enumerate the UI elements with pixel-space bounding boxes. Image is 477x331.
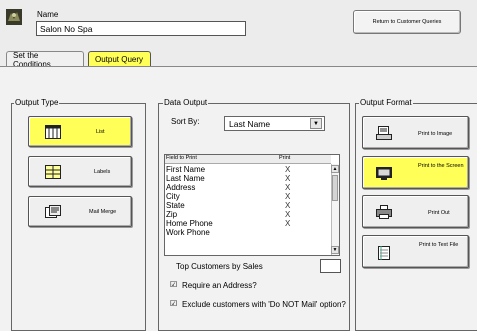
- print-to-the-screen-button[interactable]: Print to the Screen: [362, 156, 469, 189]
- text-file-icon: [376, 246, 392, 260]
- mail-merge-button-label: Mail Merge: [89, 209, 117, 215]
- column-header-print: Print: [279, 155, 291, 161]
- print-mark[interactable]: X: [285, 165, 290, 174]
- list-item[interactable]: Last Name: [166, 174, 205, 183]
- print-mark[interactable]: X: [285, 183, 290, 192]
- list-icon: [45, 125, 61, 139]
- top-customers-label: Top Customers by Sales: [176, 262, 263, 271]
- screen-icon: [376, 167, 392, 181]
- exclude-do-not-mail-checkbox[interactable]: ☑: [170, 299, 177, 308]
- tab-set-the-conditions[interactable]: Set the Conditions: [6, 51, 84, 69]
- labels-icon: [45, 165, 61, 179]
- chevron-down-icon[interactable]: ▼: [310, 118, 322, 129]
- require-address-label: Require an Address?: [182, 281, 257, 290]
- print-to-text-file-button[interactable]: Print to Text File: [362, 235, 469, 268]
- list-item[interactable]: Work Phone: [166, 228, 210, 237]
- scroll-up-icon[interactable]: ▲: [331, 165, 339, 173]
- output-type-title: Output Type: [14, 98, 60, 107]
- name-field[interactable]: Salon No Spa: [36, 21, 246, 36]
- data-output-title: Data Output: [163, 98, 209, 107]
- list-button[interactable]: List: [28, 116, 132, 147]
- list-item[interactable]: Zip: [166, 210, 177, 219]
- tab-output-query[interactable]: Output Query: [88, 51, 151, 67]
- column-header-field: Field to Print: [166, 155, 197, 161]
- app-icon: [6, 9, 22, 25]
- list-button-label: List: [96, 129, 105, 135]
- list-item[interactable]: State: [166, 201, 185, 210]
- require-address-checkbox[interactable]: ☑: [170, 280, 177, 289]
- list-item[interactable]: First Name: [166, 165, 205, 174]
- name-label: Name: [37, 10, 59, 19]
- mail-merge-icon: [45, 205, 61, 219]
- labels-button[interactable]: Labels: [28, 156, 132, 187]
- scroll-down-icon[interactable]: ▼: [331, 246, 339, 254]
- print-to-the-screen-label: Print to the Screen: [418, 163, 464, 169]
- printer-icon: [376, 205, 392, 219]
- print-mark[interactable]: X: [285, 219, 290, 228]
- sort-by-label: Sort By:: [171, 117, 200, 126]
- exclude-do-not-mail-label: Exclude customers with 'Do NOT Mail' opt…: [182, 300, 346, 309]
- print-out-button[interactable]: Print Out: [362, 195, 469, 228]
- top-customers-input[interactable]: [320, 259, 341, 273]
- scrollbar-thumb[interactable]: [332, 175, 338, 201]
- list-item[interactable]: Address: [166, 183, 195, 192]
- labels-button-label: Labels: [94, 169, 111, 175]
- print-mark[interactable]: X: [285, 210, 290, 219]
- print-to-image-button[interactable]: Print to Image: [362, 116, 469, 149]
- print-mark[interactable]: X: [285, 192, 290, 201]
- mail-merge-button[interactable]: Mail Merge: [28, 196, 132, 227]
- print-to-image-label: Print to Image: [418, 131, 453, 137]
- print-mark[interactable]: X: [285, 201, 290, 210]
- print-out-label: Print Out: [428, 210, 450, 216]
- return-to-customer-queries-button[interactable]: Return to Customer Queries: [353, 10, 461, 34]
- output-format-title: Output Format: [359, 98, 413, 107]
- print-mark[interactable]: X: [285, 174, 290, 183]
- list-item[interactable]: City: [166, 192, 180, 201]
- list-item[interactable]: Home Phone: [166, 219, 213, 228]
- print-to-text-file-label: Print to Text File: [419, 242, 459, 248]
- image-icon: [376, 126, 392, 140]
